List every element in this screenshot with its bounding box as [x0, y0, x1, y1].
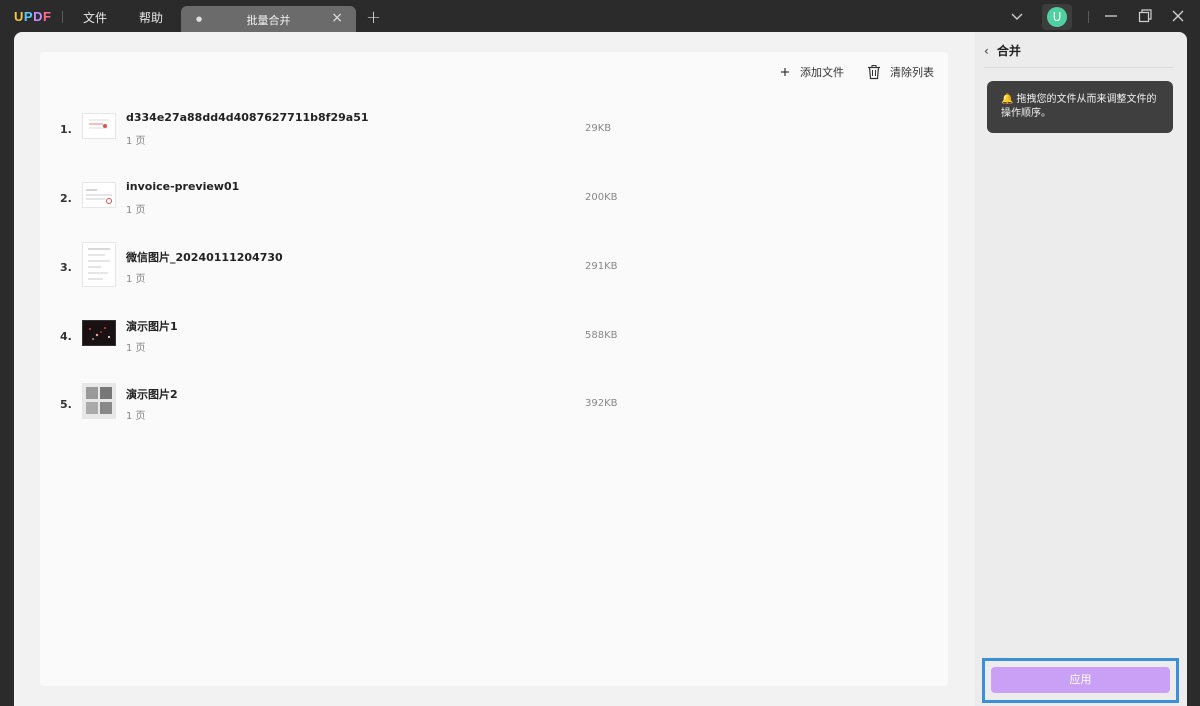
file-size: 588KB — [585, 330, 618, 341]
divider — [62, 11, 63, 23]
file-thumbnail — [82, 242, 116, 287]
file-name: d334e27a88dd4d4087627711b8f29a51 — [126, 111, 369, 124]
file-row[interactable]: 3. 微信图片_20240111204730 1 页 291KB — [60, 242, 620, 289]
clear-list-label: 清除列表 — [890, 66, 934, 79]
file-row[interactable]: 5. 演示图片2 1 页 392KB — [60, 383, 620, 426]
file-name: invoice-preview01 — [126, 180, 240, 193]
back-arrow-icon[interactable]: ‹ — [984, 44, 989, 58]
file-pages: 1 页 — [126, 136, 146, 147]
trash-icon — [868, 65, 880, 80]
file-thumbnail — [82, 320, 116, 346]
minimize-icon[interactable] — [1103, 8, 1119, 24]
plus-icon — [781, 68, 789, 76]
file-index: 5. — [60, 398, 72, 411]
file-thumbnail — [82, 182, 116, 208]
title-bar: UPDF 文件 帮助 ● 批量合并 × + U — [0, 0, 1200, 34]
avatar-button[interactable]: U — [1042, 4, 1072, 30]
bell-icon: 🔔 — [1001, 94, 1014, 105]
drag-tip: 🔔 拖拽您的文件从而来调整文件的操作顺序。 — [987, 81, 1173, 133]
tip-text: 拖拽您的文件从而来调整文件的操作顺序。 — [1001, 94, 1157, 119]
avatar: U — [1047, 7, 1067, 27]
file-index: 2. — [60, 192, 72, 205]
file-size: 29KB — [585, 123, 612, 134]
menu-help[interactable]: 帮助 — [139, 9, 163, 26]
tab-label: 批量合并 — [246, 14, 291, 27]
menu-file[interactable]: 文件 — [83, 9, 107, 26]
tab-batch-merge[interactable]: ● 批量合并 × — [181, 6, 356, 34]
file-size: 291KB — [585, 261, 618, 272]
apply-button[interactable]: 应用 — [991, 667, 1170, 693]
file-index: 3. — [60, 261, 72, 274]
file-row[interactable]: 4. 演示图片1 1 页 588KB — [60, 318, 620, 358]
close-tab-icon[interactable]: × — [331, 10, 343, 26]
divider — [984, 67, 1174, 68]
file-index: 1. — [60, 123, 72, 136]
divider — [1088, 11, 1089, 23]
add-file-button[interactable]: 添加文件 — [778, 64, 844, 80]
file-size: 200KB — [585, 192, 618, 203]
file-pages: 1 页 — [126, 205, 146, 216]
file-name: 演示图片2 — [126, 388, 178, 401]
new-tab-button[interactable]: + — [366, 7, 381, 28]
file-pages: 1 页 — [126, 411, 146, 422]
side-panel-header: ‹ 合并 — [984, 42, 1021, 59]
file-pages: 1 页 — [126, 274, 146, 285]
file-index: 4. — [60, 330, 72, 343]
side-panel-title: 合并 — [996, 44, 1021, 58]
clear-list-button[interactable]: 清除列表 — [866, 64, 934, 80]
updf-logo: UPDF — [14, 9, 52, 24]
file-pages: 1 页 — [126, 343, 146, 354]
file-name: 微信图片_20240111204730 — [126, 251, 283, 264]
merge-side-panel — [975, 32, 1187, 706]
add-file-label: 添加文件 — [800, 66, 844, 79]
file-row[interactable]: 2. invoice-preview01 1 页 200KB — [60, 180, 620, 220]
close-window-icon[interactable] — [1170, 8, 1186, 24]
chevron-down-icon[interactable] — [1009, 8, 1025, 24]
file-thumbnail — [82, 383, 116, 419]
file-thumbnail — [82, 113, 116, 139]
file-row[interactable]: 1. d334e27a88dd4d4087627711b8f29a51 1 页 … — [60, 111, 620, 151]
restore-icon[interactable] — [1137, 8, 1153, 24]
file-name: 演示图片1 — [126, 320, 178, 333]
file-size: 392KB — [585, 398, 618, 409]
